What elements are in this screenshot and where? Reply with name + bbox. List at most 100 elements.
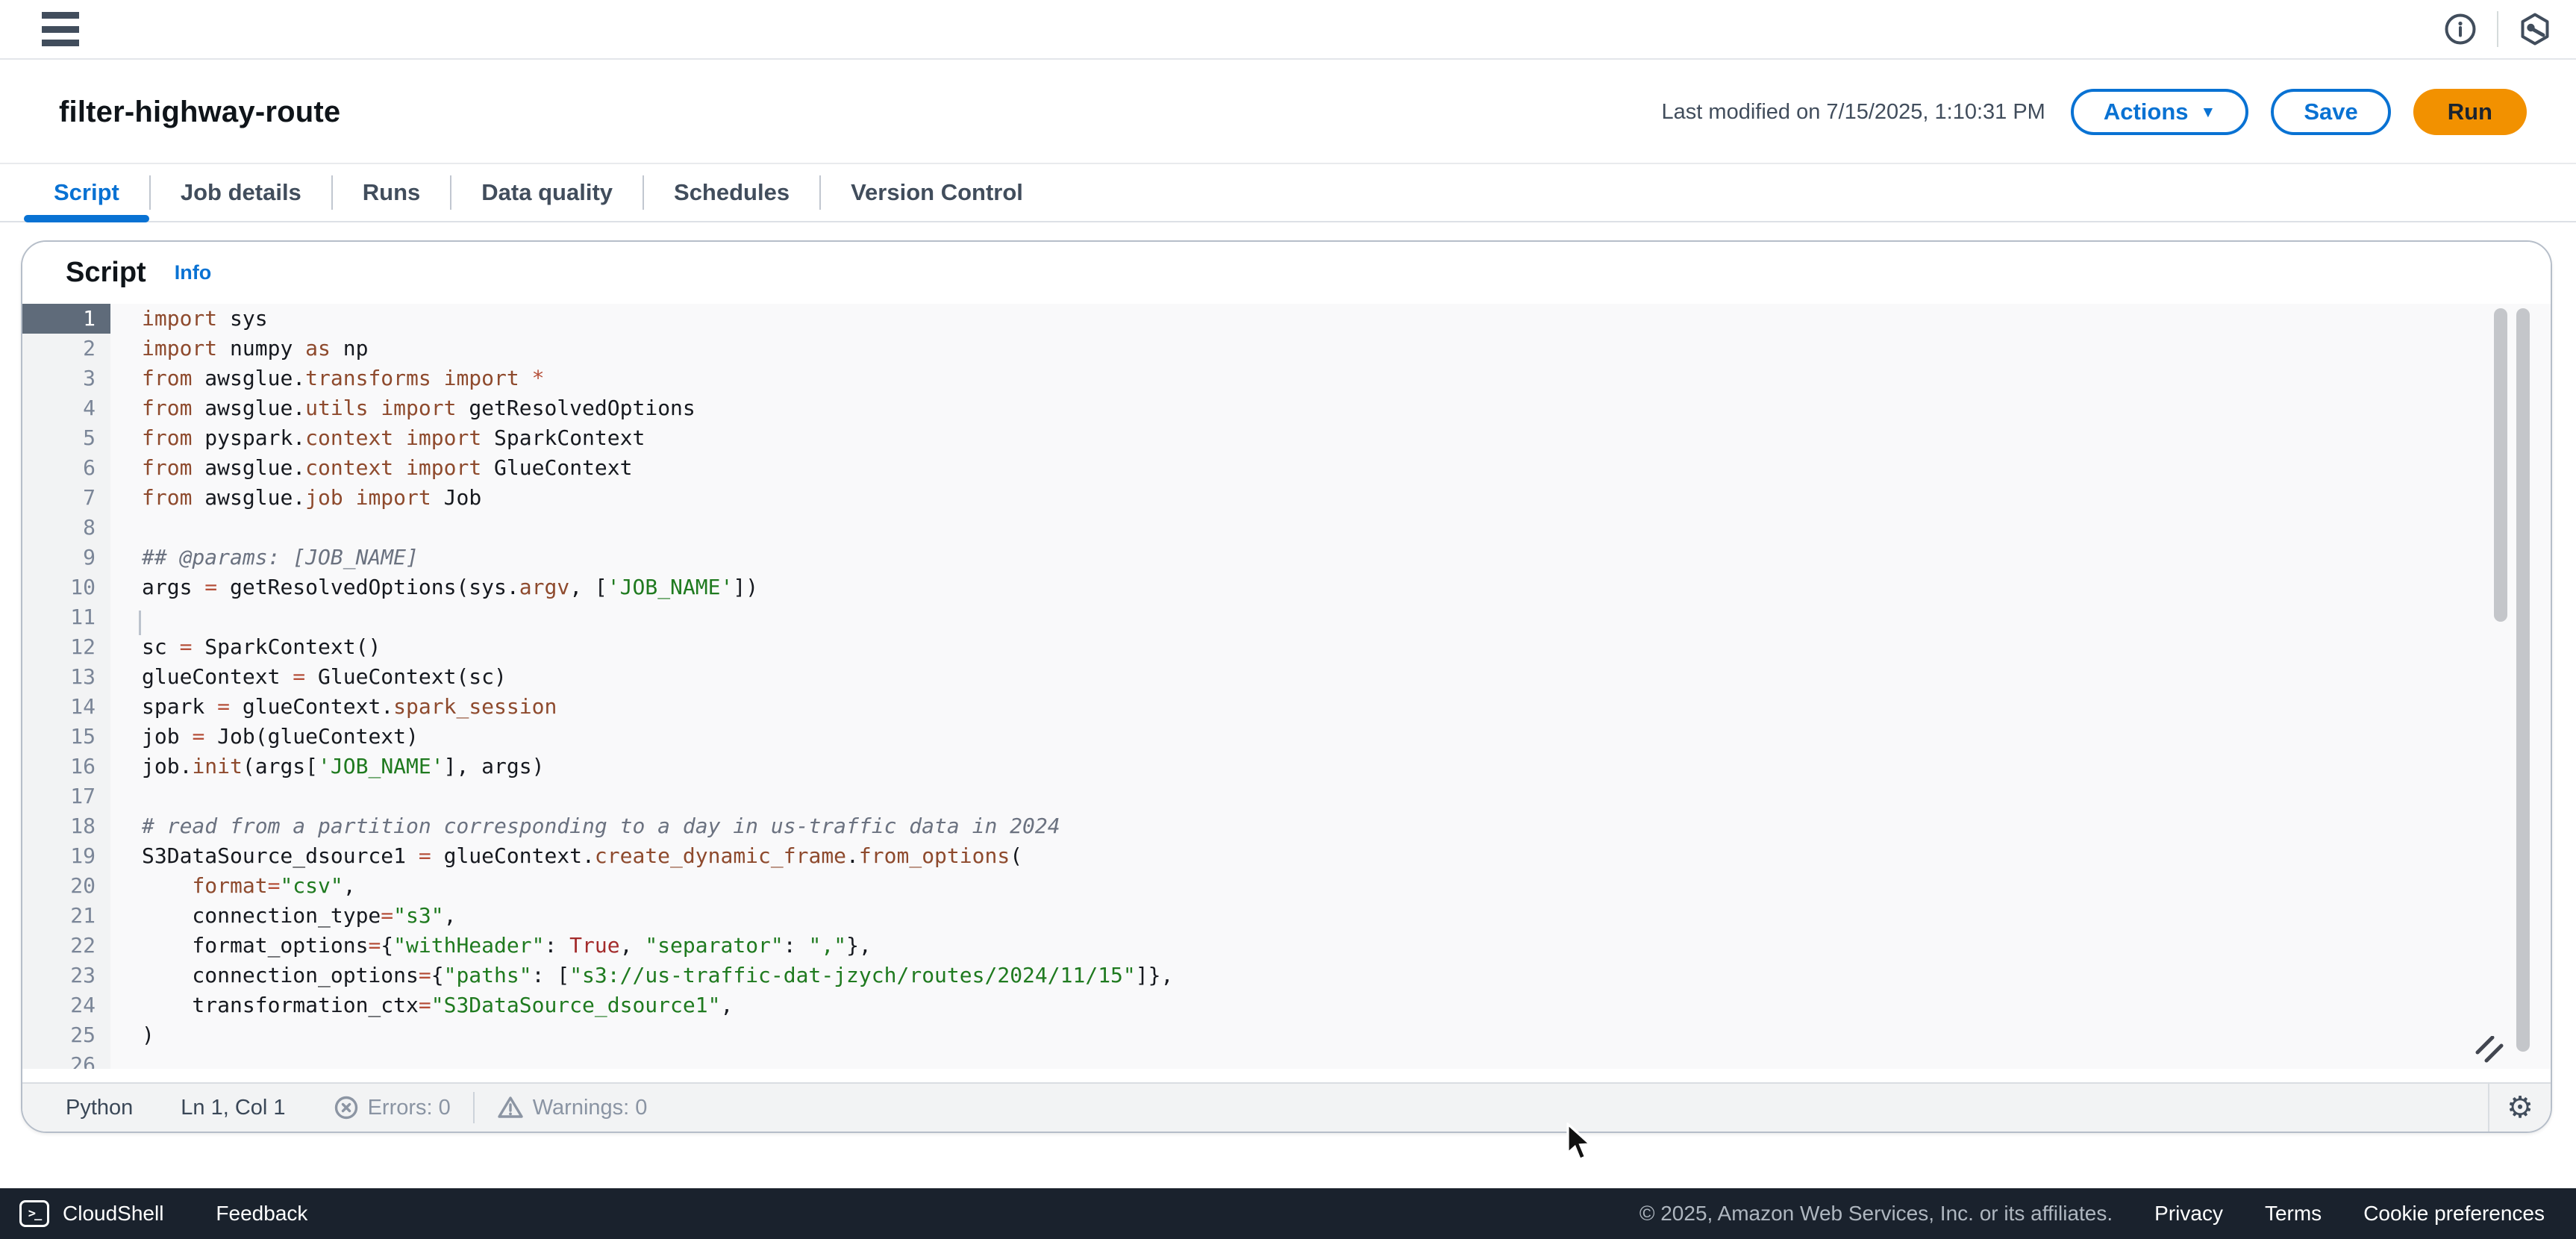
tab-schedules[interactable]: Schedules — [644, 164, 819, 221]
line-number: 9 — [22, 543, 110, 572]
last-modified-text: Last modified on 7/15/2025, 1:10:31 PM — [1662, 100, 2045, 125]
page-title: filter-highway-route — [59, 96, 340, 129]
footer-link-cookie-preferences[interactable]: Cookie preferences — [2363, 1202, 2545, 1226]
line-number: 14 — [22, 692, 110, 722]
code-line[interactable]: 5from pyspark.context import SparkContex… — [22, 423, 2551, 453]
code-text: job.init(args['JOB_NAME'], args) — [110, 752, 544, 781]
code-line[interactable]: 26 — [22, 1050, 2551, 1069]
code-line[interactable]: 18# read from a partition corresponding … — [22, 811, 2551, 841]
code-line[interactable]: 12sc = SparkContext() — [22, 632, 2551, 662]
code-line[interactable]: 14spark = glueContext.spark_session — [22, 692, 2551, 722]
cursor-position: Ln 1, Col 1 — [181, 1096, 285, 1120]
hexagon-clock-icon[interactable] — [2518, 12, 2552, 46]
line-number: 20 — [22, 871, 110, 901]
page-header: filter-highway-route Last modified on 7/… — [0, 61, 2576, 163]
info-link[interactable]: Info — [175, 261, 211, 284]
code-line[interactable]: 6from awsglue.context import GlueContext — [22, 453, 2551, 483]
code-text: ) — [110, 1020, 154, 1050]
errors-indicator[interactable]: Errors: 0 — [334, 1095, 451, 1120]
tab-bar: ScriptJob detailsRunsData qualitySchedul… — [0, 163, 2576, 222]
code-text — [110, 513, 142, 543]
code-text: import numpy as np — [110, 334, 368, 363]
tab-script[interactable]: Script — [24, 164, 149, 221]
panel-scrollbar-thumb[interactable] — [2516, 308, 2530, 1052]
tab-data-quality[interactable]: Data quality — [451, 164, 643, 221]
code-text — [110, 1050, 142, 1069]
code-line[interactable]: 11 — [22, 602, 2551, 632]
run-button[interactable]: Run — [2413, 89, 2527, 135]
line-number: 22 — [22, 931, 110, 961]
code-line[interactable]: 13glueContext = GlueContext(sc) — [22, 662, 2551, 692]
code-text: from awsglue.utils import getResolvedOpt… — [110, 393, 695, 423]
code-line[interactable]: 17 — [22, 781, 2551, 811]
line-number: 4 — [22, 393, 110, 423]
code-line[interactable]: 10args = getResolvedOptions(sys.argv, ['… — [22, 572, 2551, 602]
code-line[interactable]: 9## @params: [JOB_NAME] — [22, 543, 2551, 572]
editor-settings-button[interactable]: ⚙ — [2488, 1084, 2551, 1132]
code-line[interactable]: 19S3DataSource_dsource1 = glueContext.cr… — [22, 841, 2551, 871]
warnings-indicator[interactable]: Warnings: 0 — [497, 1095, 648, 1120]
code-text — [110, 781, 142, 811]
code-text: from awsglue.transforms import * — [110, 363, 544, 393]
script-panel-title: Script — [66, 257, 146, 289]
line-number: 16 — [22, 752, 110, 781]
line-number: 13 — [22, 662, 110, 692]
code-line[interactable]: 23 connection_options={"paths": ["s3://u… — [22, 961, 2551, 990]
code-text: S3DataSource_dsource1 = glueContext.crea… — [110, 841, 1022, 871]
code-line[interactable]: 1import sys — [22, 304, 2551, 334]
code-text — [110, 602, 142, 632]
line-number: 18 — [22, 811, 110, 841]
hamburger-menu-icon[interactable] — [42, 10, 79, 48]
editor-status-bar: Python Ln 1, Col 1 Errors: 0 Warni — [22, 1082, 2551, 1132]
code-editor[interactable]: 1import sys2import numpy as np3from awsg… — [22, 304, 2551, 1069]
language-indicator[interactable]: Python — [66, 1096, 133, 1120]
footer-link-terms[interactable]: Terms — [2265, 1202, 2322, 1226]
tab-version-control[interactable]: Version Control — [821, 164, 1053, 221]
code-line[interactable]: 21 connection_type="s3", — [22, 901, 2551, 931]
cloudshell-label: CloudShell — [63, 1202, 163, 1226]
editor-scrollbar-thumb[interactable] — [2494, 308, 2507, 622]
code-text: args = getResolvedOptions(sys.argv, ['JO… — [110, 572, 758, 602]
code-text: spark = glueContext.spark_session — [110, 692, 557, 722]
statusbar-divider — [473, 1092, 475, 1123]
code-text: from awsglue.job import Job — [110, 483, 481, 513]
line-number: 21 — [22, 901, 110, 931]
line-number: 17 — [22, 781, 110, 811]
cloudshell-button[interactable]: >_ CloudShell — [19, 1200, 163, 1227]
code-line[interactable]: 4from awsglue.utils import getResolvedOp… — [22, 393, 2551, 423]
code-text: glueContext = GlueContext(sc) — [110, 662, 507, 692]
line-number: 5 — [22, 423, 110, 453]
line-number: 19 — [22, 841, 110, 871]
cloudshell-terminal-icon: >_ — [19, 1200, 49, 1227]
code-line[interactable]: 20 format="csv", — [22, 871, 2551, 901]
line-number: 7 — [22, 483, 110, 513]
code-text: format="csv", — [110, 871, 356, 901]
line-number: 23 — [22, 961, 110, 990]
line-number: 24 — [22, 990, 110, 1020]
topbar-divider — [2497, 11, 2498, 47]
actions-button[interactable]: Actions ▼ — [2071, 89, 2248, 135]
info-icon[interactable] — [2443, 12, 2477, 46]
code-line[interactable]: 3from awsglue.transforms import * — [22, 363, 2551, 393]
line-number: 3 — [22, 363, 110, 393]
code-line[interactable]: 15job = Job(glueContext) — [22, 722, 2551, 752]
footer-link-privacy[interactable]: Privacy — [2154, 1202, 2223, 1226]
tab-runs[interactable]: Runs — [333, 164, 451, 221]
tab-job-details[interactable]: Job details — [151, 164, 331, 221]
feedback-link[interactable]: Feedback — [216, 1202, 307, 1226]
code-line[interactable]: 2import numpy as np — [22, 334, 2551, 363]
code-line[interactable]: 16job.init(args['JOB_NAME'], args) — [22, 752, 2551, 781]
line-number: 26 — [22, 1050, 110, 1069]
code-line[interactable]: 22 format_options={"withHeader": True, "… — [22, 931, 2551, 961]
code-line[interactable]: 25) — [22, 1020, 2551, 1050]
save-button[interactable]: Save — [2271, 89, 2390, 135]
chevron-down-icon: ▼ — [2201, 104, 2216, 122]
code-line[interactable]: 7from awsglue.job import Job — [22, 483, 2551, 513]
line-number: 25 — [22, 1020, 110, 1050]
code-line[interactable]: 24 transformation_ctx="S3DataSource_dsou… — [22, 990, 2551, 1020]
line-number: 6 — [22, 453, 110, 483]
resize-handle-icon[interactable] — [2475, 1036, 2504, 1063]
code-line[interactable]: 8 — [22, 513, 2551, 543]
script-panel-header: Script Info — [22, 242, 2551, 304]
code-text: ## @params: [JOB_NAME] — [110, 543, 419, 572]
